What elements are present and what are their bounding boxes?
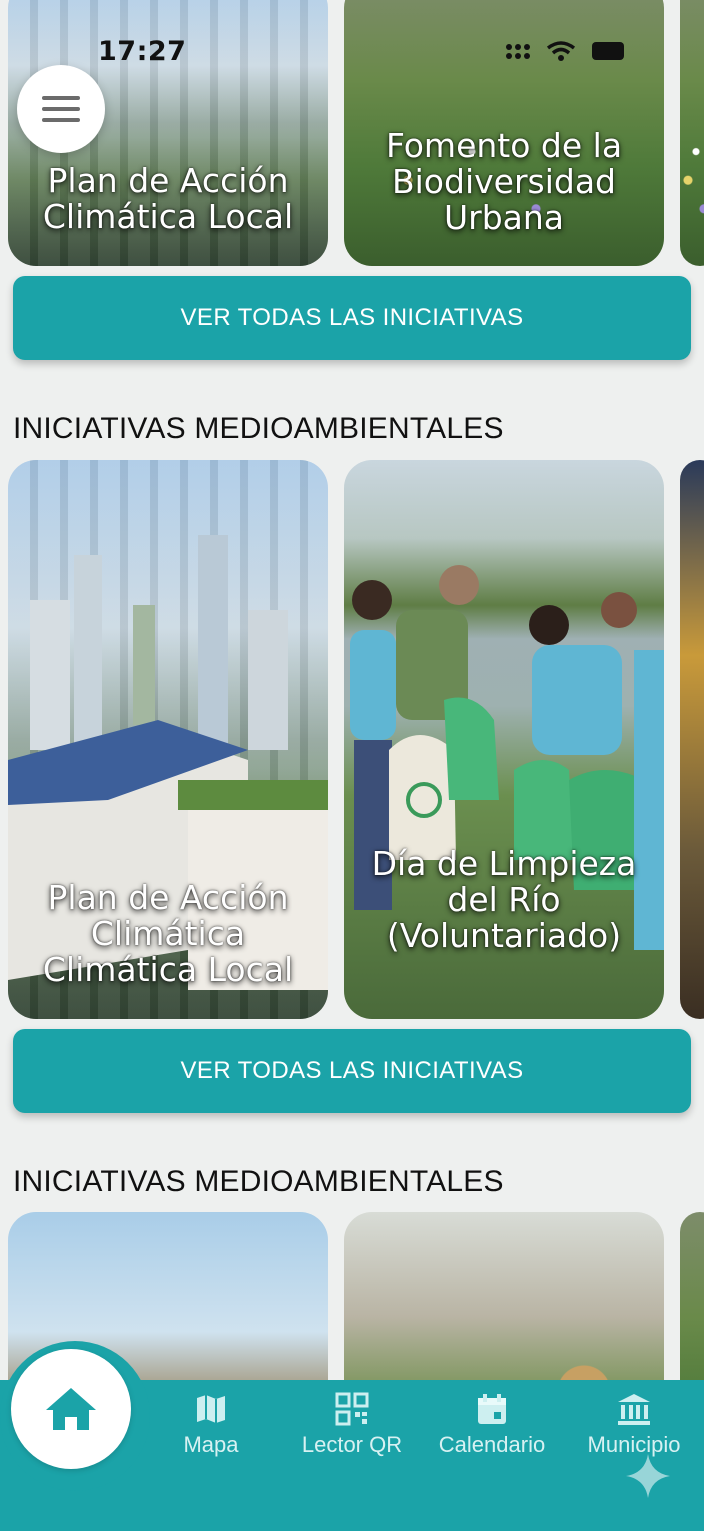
nav-item-label: Mapa xyxy=(183,1432,239,1457)
see-all-initiatives-button[interactable]: VER TODAS LAS INICIATIVAS xyxy=(13,1029,691,1113)
card-title: Día de Limpieza del Río (Voluntariado) xyxy=(371,844,637,955)
nav-item-calendar[interactable]: Calendario xyxy=(422,1392,562,1458)
map-icon xyxy=(197,1395,225,1423)
initiative-card-peek[interactable] xyxy=(680,460,704,1019)
nav-item-map[interactable]: Mapa xyxy=(141,1392,281,1458)
town-hall-icon xyxy=(618,1394,650,1425)
nav-item-label: Lector QR xyxy=(301,1432,403,1457)
card-title: Plan de Acción Climática Climática Local xyxy=(42,878,294,989)
calendar-icon xyxy=(478,1394,506,1424)
initiative-card[interactable]: Plan de Acción Climática Climática Local xyxy=(8,460,328,1019)
hamburger-menu-icon xyxy=(42,96,80,122)
nav-item-qr-reader[interactable]: Lector QR xyxy=(282,1392,422,1458)
section-title: INICIATIVAS MEDIOAMBIENTALES xyxy=(13,412,504,445)
nav-item-label: Calendario xyxy=(438,1432,546,1457)
card-title: Plan de Acción Climática Local xyxy=(42,161,294,236)
card-title: Fomento de la Biodiversidad Urbana xyxy=(385,126,623,237)
qr-code-icon xyxy=(335,1392,369,1426)
section-title: INICIATIVAS MEDIOAMBIENTALES xyxy=(13,1165,504,1198)
initiative-card[interactable]: Fomento de la Biodiversidad Urbana xyxy=(344,0,664,266)
initiative-card-peek[interactable] xyxy=(680,0,704,266)
menu-button[interactable] xyxy=(17,65,105,153)
see-all-initiatives-button[interactable]: VER TODAS LAS INICIATIVAS xyxy=(13,276,691,360)
sparkle-icon xyxy=(626,1454,670,1498)
nav-item-municipality[interactable]: Municipio xyxy=(564,1392,704,1458)
home-icon xyxy=(46,1388,96,1430)
nav-home-button[interactable] xyxy=(11,1349,131,1469)
initiative-card[interactable]: Día de Limpieza del Río (Voluntariado) xyxy=(344,460,664,1019)
